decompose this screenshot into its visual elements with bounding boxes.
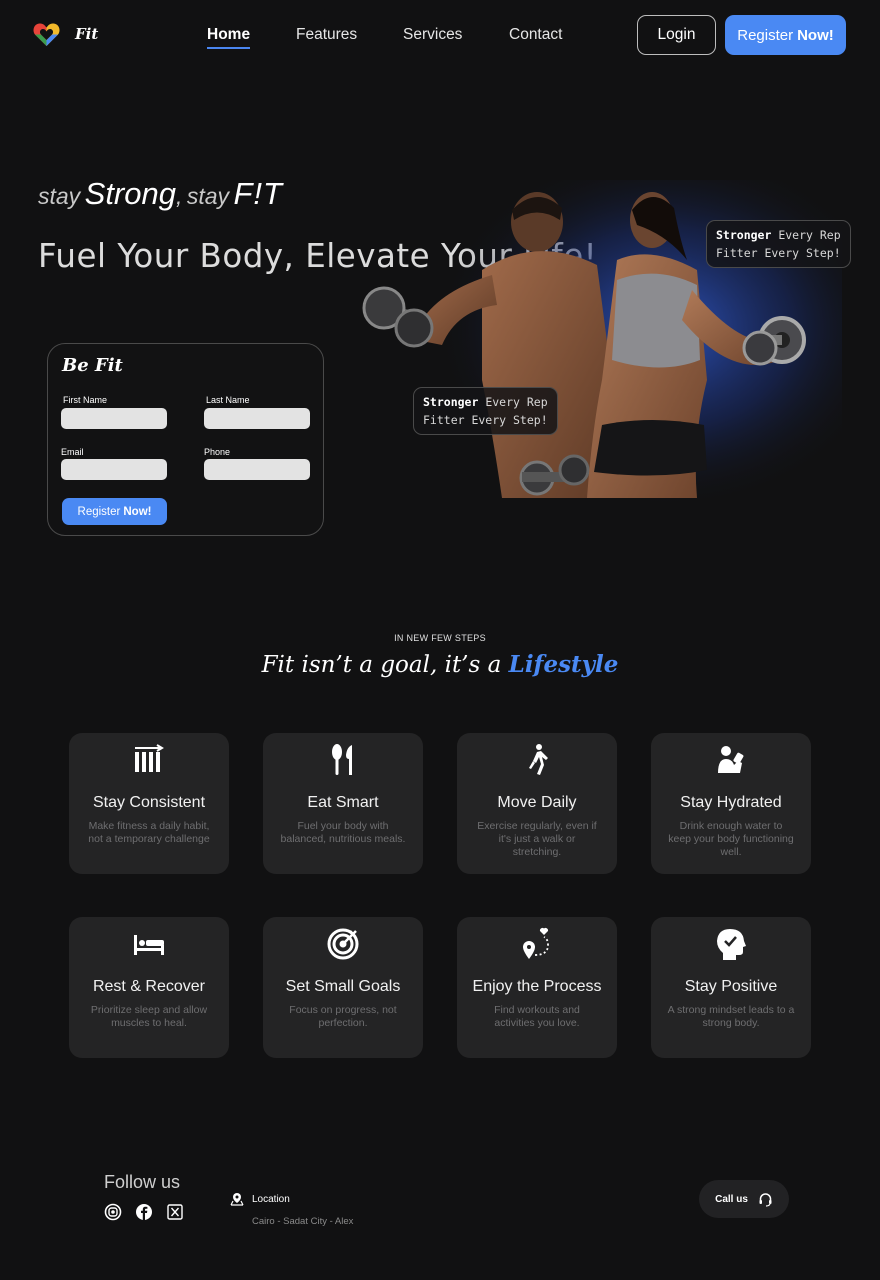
nav-link-contact[interactable]: Contact (509, 26, 562, 44)
walking-person-icon (457, 743, 617, 777)
step-card-enjoy-the-process: Enjoy the Process Find workouts and acti… (457, 917, 617, 1058)
step-card-move-daily: Move Daily Exercise regularly, even if i… (457, 733, 617, 874)
step-card-desc: Focus on progress, not perfection. (289, 1004, 397, 1029)
step-card-title: Rest & Recover (92, 978, 206, 995)
tagline-comma: , (175, 183, 183, 209)
email-field[interactable] (61, 459, 167, 480)
step-card-rest-recover: Rest & Recover Prioritize sleep and allo… (69, 917, 229, 1058)
bed-icon (69, 927, 229, 961)
fork-spoon-icon (263, 743, 423, 777)
login-button[interactable]: Login (637, 15, 716, 55)
last-name-label: Last Name (206, 395, 250, 405)
step-card-eat-smart: Eat Smart Fuel your body with balanced, … (263, 733, 423, 874)
step-card-desc: Prioritize sleep and allow muscles to he… (90, 1004, 208, 1029)
step-card-stay-positive: Stay Positive A strong mindset leads to … (651, 917, 811, 1058)
top-navbar: Fit Home Features Services Contact Login… (0, 0, 880, 70)
first-name-field[interactable] (61, 408, 167, 429)
drinking-person-icon (651, 743, 811, 777)
heart-logo-icon (33, 23, 60, 46)
motivation-bubble-top: Stronger Every Rep Fitter Every Step! (706, 220, 851, 268)
instagram-icon[interactable] (104, 1203, 122, 1221)
bubble-top-line2: Fitter Every Step! (716, 246, 841, 260)
form-register-label: Register (77, 505, 121, 518)
step-card-desc: Find workouts and activities you love. (494, 1004, 580, 1029)
tagline-fit: F!T (233, 176, 283, 211)
step-card-title: Set Small Goals (285, 978, 401, 995)
register-button-emphasis: Now! (797, 26, 834, 44)
step-card-desc: Drink enough water to keep your body fun… (668, 820, 794, 858)
steps-title-accent: Lifestyle (508, 651, 619, 678)
consistency-bars-icon (69, 743, 229, 777)
bubble-bottom-bold: Stronger (423, 395, 479, 409)
phone-label: Phone (204, 447, 231, 457)
nav-link-home[interactable]: Home (207, 26, 251, 49)
x-icon[interactable] (166, 1203, 184, 1221)
bubble-top-rest: Every Rep (778, 228, 841, 242)
step-card-title: Stay Hydrated (680, 794, 782, 811)
tagline-strong: Strong (84, 176, 176, 211)
step-card-title: Move Daily (497, 794, 577, 811)
tagline-stay-2: stay (186, 183, 230, 209)
bubble-bottom-rest: Every Rep (485, 395, 548, 409)
bubble-bottom-line2: Fitter Every Step! (423, 413, 548, 427)
last-name-field[interactable] (204, 408, 310, 429)
nav-link-services[interactable]: Services (403, 26, 462, 44)
target-icon (263, 927, 423, 961)
steps-eyebrow: IN NEW FEW STEPS (394, 633, 486, 643)
tagline-stay-1: stay (38, 183, 81, 209)
phone-field[interactable] (204, 459, 310, 480)
follow-us-label: Follow us (104, 1172, 181, 1192)
call-us-button[interactable]: Call us (699, 1180, 789, 1218)
step-card-title: Eat Smart (307, 794, 379, 811)
motivation-bubble-bottom: Stronger Every Rep Fitter Every Step! (413, 387, 558, 435)
register-now-button[interactable]: Register Now! (725, 15, 846, 55)
location-label: Location (252, 1194, 290, 1205)
login-button-label: Login (657, 26, 696, 43)
call-us-label: Call us (715, 1193, 748, 1205)
brand-name: Fit (75, 25, 99, 43)
form-register-button[interactable]: Register Now! (62, 498, 167, 525)
step-card-title: Stay Positive (684, 978, 778, 995)
step-card-set-small-goals: Set Small Goals Focus on progress, not p… (263, 917, 423, 1058)
step-card-title: Stay Consistent (92, 794, 206, 811)
steps-title-prefix: Fit isn’t a goal, it’s a (261, 652, 502, 678)
step-card-desc: A strong mindset leads to a strong body. (667, 1004, 795, 1029)
first-name-label: First Name (63, 395, 108, 405)
bubble-top-bold: Stronger (716, 228, 772, 242)
positive-head-icon (651, 927, 811, 961)
register-button-label: Register (737, 26, 794, 44)
form-register-emphasis: Now! (123, 505, 152, 518)
step-card-stay-hydrated: Stay Hydrated Drink enough water to keep… (651, 733, 811, 874)
email-label: Email (61, 447, 84, 457)
route-heart-icon (457, 927, 617, 961)
hero-tagline: stay Strong, stay F!T (38, 176, 283, 212)
form-title: Be Fit (62, 355, 123, 376)
step-card-desc: Fuel your body with balanced, nutritious… (280, 820, 406, 845)
brand-logo[interactable]: Fit (33, 22, 98, 47)
facebook-icon[interactable] (135, 1203, 153, 1221)
step-card-desc: Make fitness a daily habit, not a tempor… (88, 820, 210, 845)
step-card-stay-consistent: Stay Consistent Make fitness a daily hab… (69, 733, 229, 874)
step-card-title: Enjoy the Process (472, 978, 602, 995)
headset-icon (759, 1192, 772, 1207)
location-value: Cairo - Sadat City - Alex (252, 1216, 354, 1227)
nav-link-features[interactable]: Features (296, 26, 357, 44)
step-card-desc: Exercise regularly, even if it's just a … (477, 820, 597, 858)
location-pin-icon (230, 1193, 244, 1206)
signup-form-card: Be Fit First Name Last Name Email Phone … (47, 343, 324, 536)
steps-title: Fit isn’t a goal, it’s a Lifestyle (0, 651, 880, 678)
